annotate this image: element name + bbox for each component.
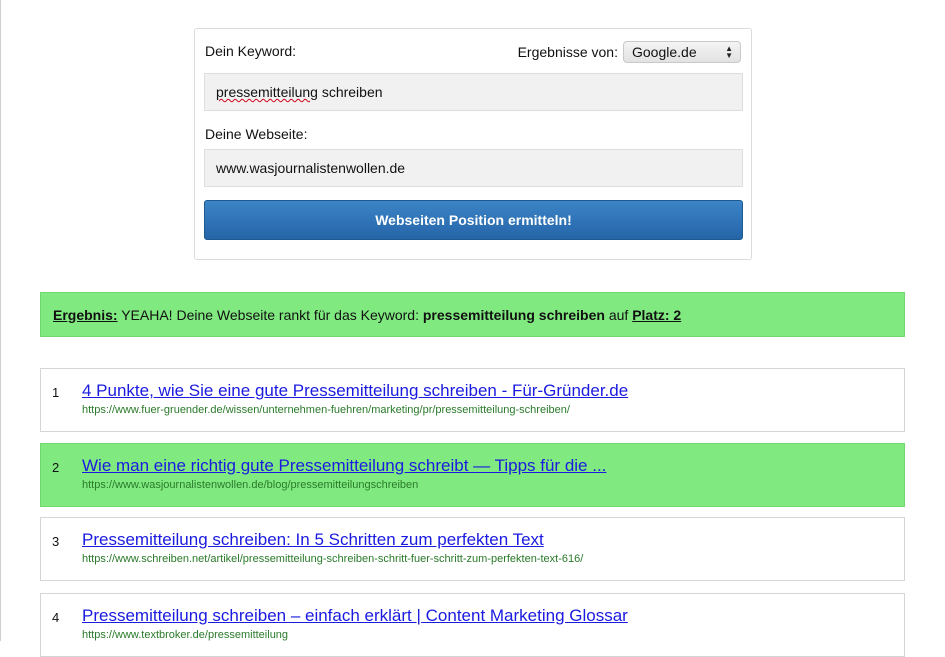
result-prefix: Ergebnis: <box>53 306 118 323</box>
serp-rank-number: 4 <box>52 610 60 625</box>
submit-button[interactable]: Webseiten Position ermitteln! <box>204 200 743 240</box>
serp-item: 3 Pressemitteilung schreiben: In 5 Schri… <box>40 517 905 581</box>
serp-rank-number: 2 <box>52 460 60 475</box>
result-rank: Platz: 2 <box>632 306 682 323</box>
serp-rank-number: 1 <box>52 385 60 400</box>
keyword-input[interactable]: pressemitteilung schreiben <box>204 73 743 111</box>
page-left-border <box>0 0 1 641</box>
keyword-label: Dein Keyword: <box>205 43 297 59</box>
select-arrows-icon: ▲ ▼ <box>725 44 733 60</box>
keyword-value-misspelled: pressemitteilung <box>216 84 318 100</box>
website-value: www.wasjournalistenwollen.de <box>216 160 406 176</box>
serp-url: https://www.wasjournalistenwollen.de/blo… <box>82 479 419 491</box>
result-banner: Ergebnis: YEAHA! Deine Webseite rankt fü… <box>40 292 905 337</box>
serp-title-link[interactable]: Pressemitteilung schreiben: In 5 Schritt… <box>82 530 544 550</box>
serp-item: 1 4 Punkte, wie Sie eine gute Pressemitt… <box>40 368 905 432</box>
result-keyword: pressemitteilung schreiben <box>422 306 605 323</box>
serp-title-link[interactable]: Pressemitteilung schreiben – einfach erk… <box>82 606 628 626</box>
website-input[interactable]: www.wasjournalistenwollen.de <box>204 149 743 187</box>
engine-select-value: Google.de <box>632 44 697 60</box>
keyword-value-rest: schreiben <box>317 84 383 100</box>
engine-select[interactable]: Google.de ▲ ▼ <box>623 41 741 63</box>
result-middle: auf <box>604 306 633 323</box>
serp-item: 4 Pressemitteilung schreiben – einfach e… <box>40 593 905 657</box>
engine-selector: Ergebnisse von: Google.de ▲ ▼ <box>518 41 741 63</box>
serp-item-highlighted: 2 Wie man eine richtig gute Pressemittei… <box>40 443 905 507</box>
result-text: YEAHA! Deine Webseite rankt für das Keyw… <box>117 306 423 323</box>
serp-title-link[interactable]: Wie man eine richtig gute Pressemitteilu… <box>82 456 606 476</box>
rank-check-form: Dein Keyword: Ergebnisse von: Google.de … <box>194 28 752 260</box>
serp-title-link[interactable]: 4 Punkte, wie Sie eine gute Pressemittei… <box>82 381 628 401</box>
engine-label: Ergebnisse von: <box>517 44 618 60</box>
website-label: Deine Webseite: <box>205 126 308 142</box>
serp-url: https://www.fuer-gruender.de/wissen/unte… <box>82 404 570 416</box>
serp-url: https://www.schreiben.net/artikel/presse… <box>82 553 584 565</box>
serp-url: https://www.textbroker.de/pressemitteilu… <box>82 629 289 641</box>
serp-rank-number: 3 <box>52 534 60 549</box>
